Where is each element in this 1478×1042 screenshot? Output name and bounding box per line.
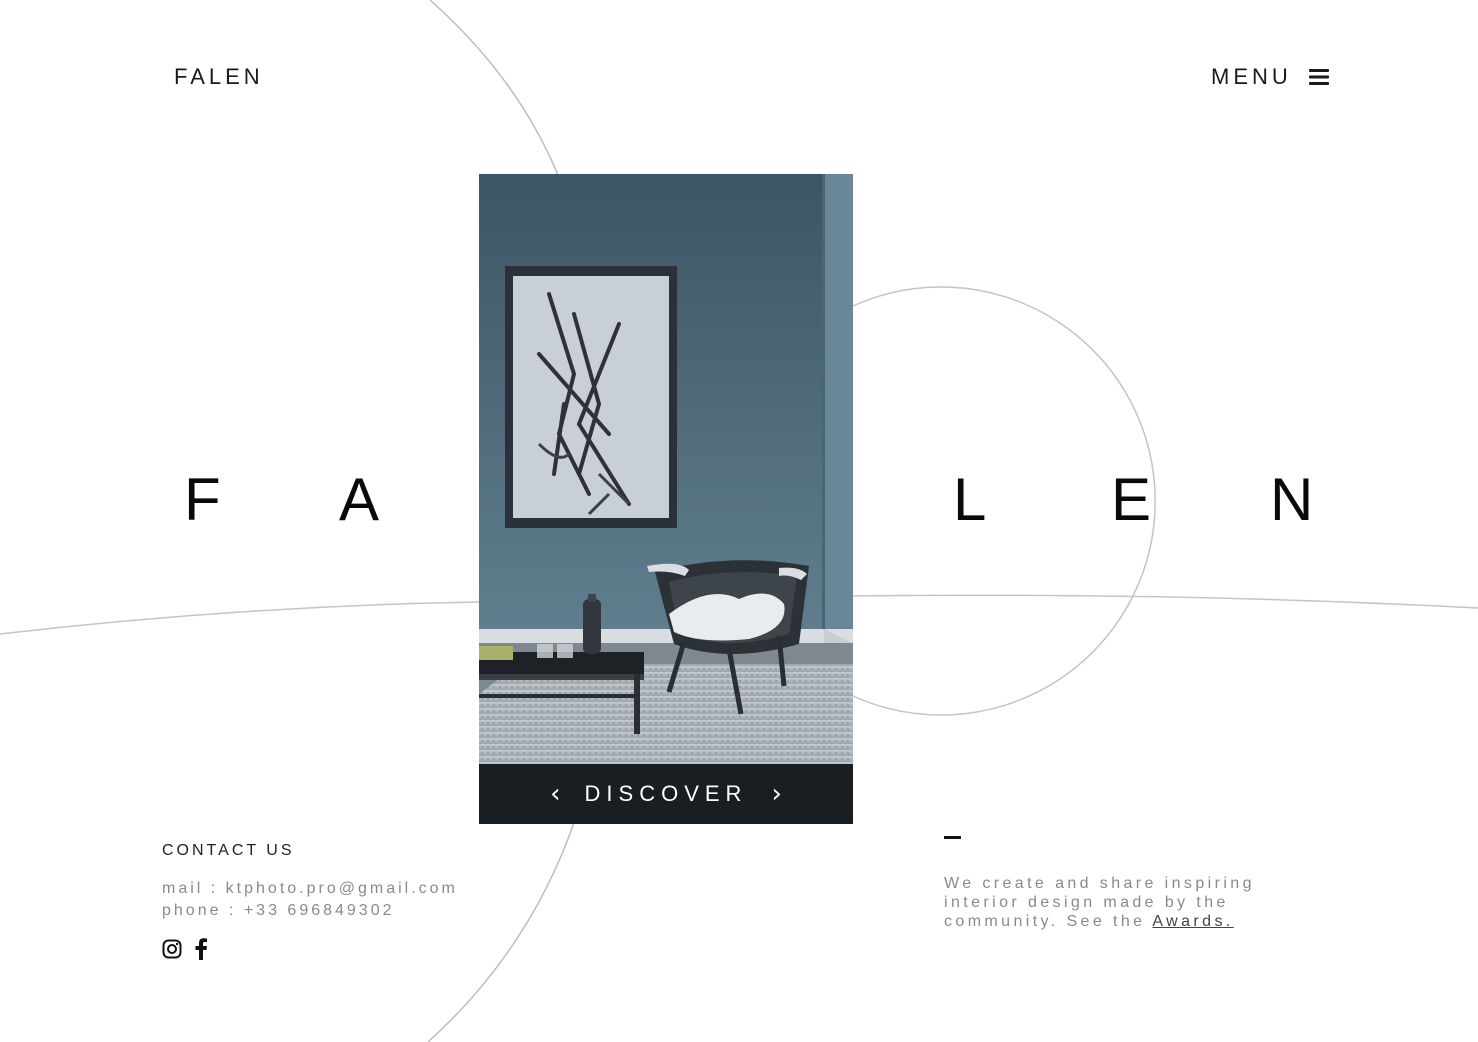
hero-letter-n: N <box>1270 466 1314 533</box>
contact-section: CONTACT US mail : ktphoto.pro@gmail.com … <box>162 842 458 965</box>
about-text: We create and share inspiring interior d… <box>944 874 1264 931</box>
brand-logo[interactable]: FALEN <box>174 64 264 90</box>
discover-button[interactable]: DISCOVER <box>585 781 748 807</box>
hero-letter-l: L <box>953 466 987 533</box>
next-arrow-icon[interactable]: › <box>771 781 781 807</box>
contact-mail[interactable]: mail : ktphoto.pro@gmail.com <box>162 880 458 898</box>
prev-arrow-icon[interactable]: ‹ <box>550 781 560 807</box>
menu-label: MENU <box>1211 64 1292 89</box>
contact-title: CONTACT US <box>162 842 295 859</box>
instagram-icon[interactable] <box>162 939 182 964</box>
menu-button[interactable]: MENU <box>1211 64 1330 90</box>
hero-letter-a: A <box>339 466 380 533</box>
discover-bar: ‹ DISCOVER › <box>479 764 853 824</box>
hero-letter-e: E <box>1111 466 1152 533</box>
hero-image: ‹ DISCOVER › <box>479 174 853 824</box>
hero-letter-f: F <box>184 466 221 533</box>
social-links <box>162 938 458 965</box>
interior-photo <box>479 174 853 824</box>
hamburger-icon <box>1308 69 1329 85</box>
divider-dash <box>944 836 961 839</box>
facebook-icon[interactable] <box>194 938 208 965</box>
awards-link[interactable]: Awards. <box>1152 913 1233 930</box>
contact-phone[interactable]: phone : +33 696849302 <box>162 902 458 920</box>
